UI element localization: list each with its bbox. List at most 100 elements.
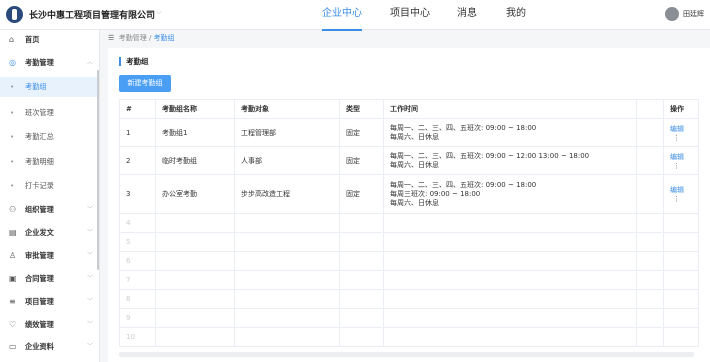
col-name: 考勤组名称	[155, 99, 235, 119]
col-type: 类型	[339, 99, 384, 119]
sidebar-item-summary[interactable]: • 考勤汇总	[0, 127, 99, 147]
cell-actions: 编辑⋮	[663, 146, 699, 175]
chevron-down-icon: ﹀	[87, 275, 94, 282]
col-target: 考勤对象	[234, 99, 340, 119]
sidebar-item-home[interactable]: ⌂ 首页	[0, 30, 99, 50]
sidebar-item-label: 打卡记录	[25, 181, 54, 190]
contract-icon: ▣	[9, 274, 17, 283]
table-row: 6	[119, 251, 699, 271]
table-row: 10	[119, 327, 699, 347]
edit-link[interactable]: 编辑	[670, 125, 684, 133]
col-index: #	[119, 99, 156, 119]
table-row: 3 办公室考勤 步步高改造工程 固定 每周一、二、三、四、五班次: 09:00 …	[119, 174, 699, 214]
nav-project-center[interactable]: 项目中心	[390, 0, 430, 29]
breadcrumb-parent[interactable]: 考勤管理	[119, 34, 147, 42]
performance-icon: ♡	[9, 320, 17, 329]
edit-link[interactable]: 编辑	[670, 186, 684, 194]
doc-icon: ▤	[9, 228, 17, 237]
chevron-down-icon: ﹀	[87, 298, 94, 305]
edit-link[interactable]: 编辑	[670, 153, 684, 161]
home-icon: ⌂	[9, 35, 15, 44]
approval-icon: ♙	[9, 251, 17, 260]
sidebar-item-approval[interactable]: ♙ 审批管理 ﹀	[0, 246, 99, 266]
avatar[interactable]	[665, 7, 679, 21]
chevron-down-icon[interactable]: ⌵	[156, 8, 161, 17]
page-title: 考勤组	[119, 57, 149, 66]
table-row: 5	[119, 232, 699, 252]
cell-type: 固定	[339, 174, 384, 214]
breadcrumb-current: 考勤组	[153, 34, 175, 42]
attendance-group-table: # 考勤组名称 考勤对象 类型 工作时间 操作 1 考勤组1 工程管理部 固定 …	[119, 99, 699, 347]
breadcrumb-separator: /	[148, 34, 152, 42]
sidebar-item-label: 合同管理	[25, 274, 54, 283]
username[interactable]: 田廷辉	[683, 9, 704, 19]
sidebar-item-files[interactable]: ▭ 企业资料 ﹀	[0, 337, 99, 357]
table-row: 8	[119, 289, 699, 309]
cell-target: 人事部	[234, 146, 340, 175]
check-circle-icon: ◎	[9, 58, 16, 67]
content-panel: 考勤组 新建考勤组 # 考勤组名称 考勤对象 类型 工作时间 操作 1 考勤组1…	[108, 48, 710, 362]
nav-enterprise-center[interactable]: 企业中心	[322, 0, 362, 31]
cell-index: 1	[119, 118, 156, 147]
cell-index: 2	[119, 146, 156, 175]
cell-type: 固定	[339, 118, 384, 147]
org-icon: ⚇	[9, 205, 17, 214]
sidebar-item-label: 审批管理	[25, 251, 54, 260]
col-actions: 操作	[663, 99, 699, 119]
sidebar-item-label: 绩效管理	[25, 320, 54, 329]
sidebar-item-label: 考勤管理	[25, 58, 54, 67]
sidebar-item-shift[interactable]: • 班次管理	[0, 103, 99, 123]
chevron-down-icon: ﹀	[87, 252, 94, 259]
top-bar: 长沙中惠工程项目管理有限公司 ⌵ 企业中心 项目中心 消息 我的 田廷辉	[0, 0, 710, 31]
sidebar-item-label: 项目管理	[25, 297, 54, 306]
sidebar-item-punch-records[interactable]: • 打卡记录	[0, 176, 99, 196]
nav-mine[interactable]: 我的	[506, 0, 526, 29]
table-row: 2 临时考勤组 人事部 固定 每周一、二、三、四、五班次: 09:00 ~ 12…	[119, 146, 699, 175]
sidebar-item-label: 考勤汇总	[25, 132, 54, 141]
sidebar-item-contract[interactable]: ▣ 合同管理 ﹀	[0, 269, 99, 289]
cell-actions: 编辑⋮	[663, 174, 699, 214]
sidebar-item-detail[interactable]: • 考勤明细	[0, 152, 99, 172]
sidebar-item-attendance[interactable]: ◎ 考勤管理 ︿	[0, 53, 99, 73]
company-name[interactable]: 长沙中惠工程项目管理有限公司	[29, 8, 155, 21]
breadcrumb: ☰ 考勤管理 / 考勤组	[108, 33, 175, 43]
more-icon[interactable]: ⋮	[673, 134, 680, 142]
cell-target: 工程管理部	[234, 118, 340, 147]
chevron-down-icon: ﹀	[87, 321, 94, 328]
new-attendance-group-button[interactable]: 新建考勤组	[119, 75, 171, 92]
cell-worktime: 每周一、二、三、四、五班次: 09:00 ~ 18:00 每周六、日休息	[383, 118, 637, 147]
sidebar-scrollbar[interactable]	[97, 70, 99, 270]
sidebar-item-label: 组织管理	[25, 205, 54, 214]
chevron-up-icon: ︿	[87, 59, 94, 66]
cell-worktime: 每周一、二、三、四、五班次: 09:00 ~ 18:00 每周三班次: 09:0…	[383, 174, 637, 214]
sidebar-item-performance[interactable]: ♡ 绩效管理 ﹀	[0, 315, 99, 335]
cell-actions: 编辑⋮	[663, 118, 699, 147]
sidebar-item-label: 班次管理	[25, 108, 54, 117]
sidebar-item-label: 考勤组	[25, 82, 47, 91]
sidebar-item-label: 考勤明细	[25, 157, 54, 166]
table-row: 7	[119, 270, 699, 290]
table-horizontal-scrollbar[interactable]	[119, 352, 694, 357]
company-logo	[6, 6, 23, 23]
table-row: 4	[119, 213, 699, 233]
more-icon[interactable]: ⋮	[673, 162, 680, 170]
cell-name: 临时考勤组	[155, 146, 235, 175]
sidebar-item-project[interactable]: ≡ 项目管理 ﹀	[0, 292, 99, 312]
sidebar-item-docs[interactable]: ▤ 企业发文 ﹀	[0, 223, 99, 243]
menu-toggle-icon[interactable]: ☰	[108, 34, 114, 42]
more-icon[interactable]: ⋮	[673, 195, 680, 203]
cell-worktime: 每周一、二、三、四、五班次: 09:00 ~ 12:00 13:00 ~ 18:…	[383, 146, 637, 175]
sidebar: ⌂ 首页 ◎ 考勤管理 ︿ • 考勤组 • 班次管理 • 考勤汇总 • 考勤明细…	[0, 30, 100, 362]
table-row: 1 考勤组1 工程管理部 固定 每周一、二、三、四、五班次: 09:00 ~ 1…	[119, 118, 699, 147]
cell-index: 3	[119, 174, 156, 214]
cell-type: 固定	[339, 146, 384, 175]
chevron-down-icon: ﹀	[87, 229, 94, 236]
col-spacer	[636, 99, 664, 119]
nav-messages[interactable]: 消息	[457, 0, 477, 29]
cell-name: 考勤组1	[155, 118, 235, 147]
cell-name: 办公室考勤	[155, 174, 235, 214]
sidebar-item-attendance-group[interactable]: • 考勤组	[0, 77, 99, 97]
sidebar-item-org[interactable]: ⚇ 组织管理 ﹀	[0, 200, 99, 220]
chevron-down-icon: ﹀	[87, 343, 94, 350]
table-row: 9	[119, 308, 699, 328]
